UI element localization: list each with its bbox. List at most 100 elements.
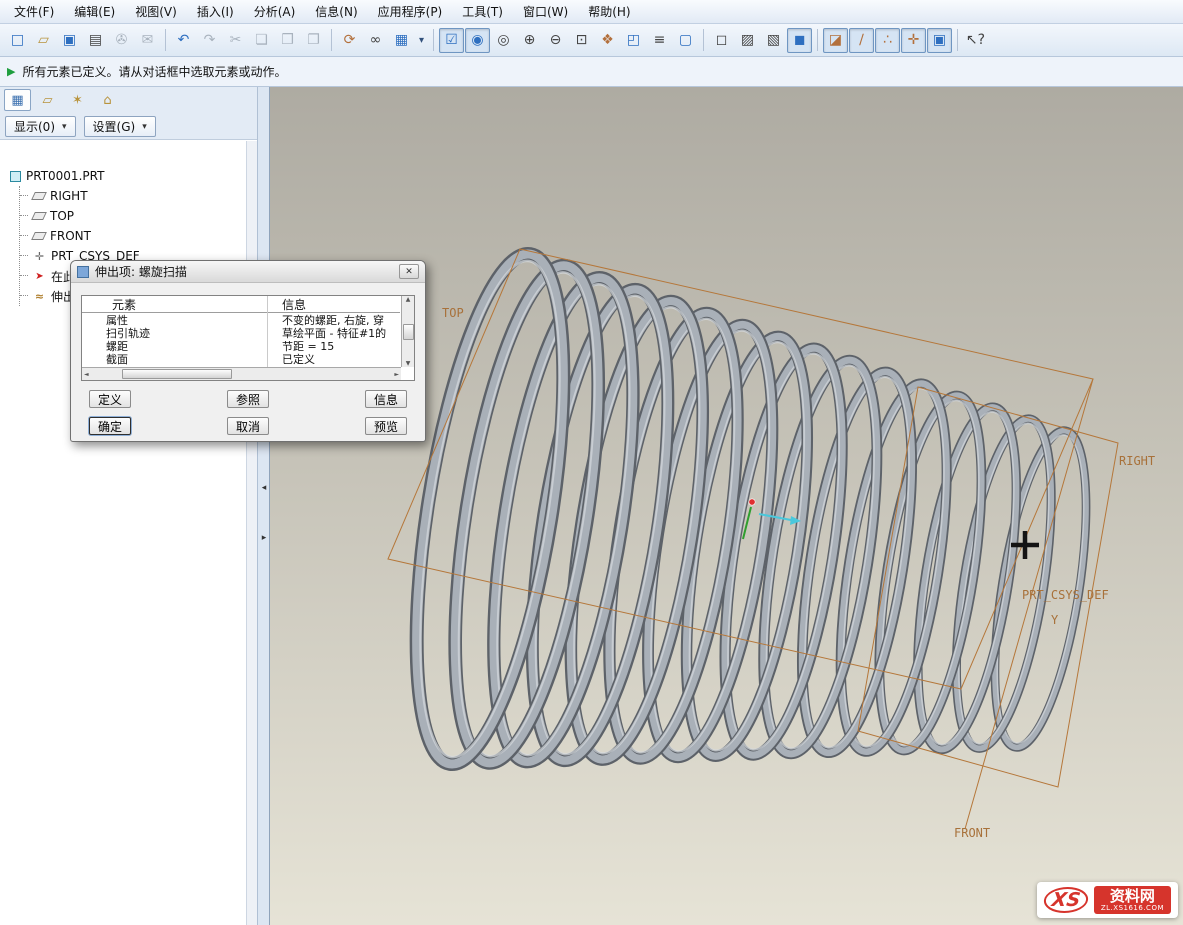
- toolbar-separator: [433, 29, 434, 51]
- menu-bar: 文件(F) 编辑(E) 视图(V) 插入(I) 分析(A) 信息(N) 应用程序…: [0, 0, 1183, 24]
- regenerate-button[interactable]: ⟳: [337, 28, 362, 53]
- preview-button[interactable]: 预览: [365, 417, 407, 435]
- close-icon[interactable]: ✕: [399, 264, 419, 279]
- view-manager-button[interactable]: ▢: [673, 28, 698, 53]
- menu-info[interactable]: 信息(N): [305, 0, 367, 23]
- cancel-button[interactable]: 取消: [227, 417, 269, 435]
- display-visibility-button[interactable]: ◎: [491, 28, 516, 53]
- table-header: 元素 信息: [82, 296, 400, 313]
- insert-here-icon: ➤: [33, 271, 46, 282]
- dialog-title: 伸出项: 螺旋扫描: [95, 263, 187, 280]
- save-button[interactable]: ▣: [57, 28, 82, 53]
- message-arrow-icon: ▶: [7, 65, 15, 78]
- history-tab[interactable]: ⌂: [94, 89, 121, 111]
- collapse-left-icon[interactable]: ◂: [259, 483, 269, 493]
- find-button[interactable]: ∞: [363, 28, 388, 53]
- filter-dropdown-arrow[interactable]: ▾: [415, 28, 428, 53]
- dialog-icon: [77, 266, 89, 278]
- hidden-line-button[interactable]: ▨: [735, 28, 760, 53]
- menu-file[interactable]: 文件(F): [4, 0, 64, 23]
- graphics-area[interactable]: TOP RIGHT FRONT PRT_CSYS_DEF Y XS 资料网 ZL…: [270, 87, 1183, 925]
- model-tree-tab[interactable]: ▦: [4, 89, 31, 111]
- cell-info: 已定义: [268, 351, 400, 367]
- print-button[interactable]: ▤: [83, 28, 108, 53]
- menu-help[interactable]: 帮助(H): [578, 0, 640, 23]
- scrollbar-thumb[interactable]: [403, 324, 414, 340]
- tree-root-label: PRT0001.PRT: [26, 169, 104, 183]
- context-help-button[interactable]: ↖?: [963, 28, 988, 53]
- saved-views-button[interactable]: ◰: [621, 28, 646, 53]
- menu-tools[interactable]: 工具(T): [452, 0, 513, 23]
- annotation-display-button[interactable]: ▣: [927, 28, 952, 53]
- spring-model[interactable]: [388, 244, 1103, 773]
- repaint-button[interactable]: ❖: [595, 28, 620, 53]
- table-row-section[interactable]: 截面 已定义: [82, 352, 400, 365]
- tree-item-top-plane[interactable]: TOP: [20, 206, 257, 226]
- dialog-button-row-2: 确定 取消 预览: [81, 417, 415, 435]
- show-dropdown-button[interactable]: 显示(0) ▾: [5, 116, 76, 137]
- scroll-left-icon[interactable]: ◄: [84, 371, 89, 378]
- datum-plane-icon: [31, 212, 47, 220]
- horizontal-scrollbar[interactable]: ◄ ►: [82, 367, 401, 380]
- toolbar-separator: [817, 29, 818, 51]
- settings-dropdown-button[interactable]: 设置(G) ▾: [84, 116, 156, 137]
- csys-y-axis-label: Y: [1051, 613, 1059, 627]
- main-area: ▦ ▱ ✶ ⌂ 显示(0) ▾ 设置(G) ▾ PRT0001.PRT: [0, 87, 1183, 925]
- model-tree: PRT0001.PRT RIGHT TOP FRONT: [0, 140, 257, 925]
- scrollbar-thumb[interactable]: [122, 369, 232, 379]
- part-icon: [10, 171, 21, 182]
- ok-button[interactable]: 确定: [89, 417, 131, 435]
- scroll-down-icon[interactable]: ▼: [406, 360, 411, 367]
- tree-root-part[interactable]: PRT0001.PRT: [10, 166, 257, 186]
- panel-splitter[interactable]: ◂ ▸: [257, 87, 270, 925]
- zoom-in-button[interactable]: ⊕: [517, 28, 542, 53]
- menu-view[interactable]: 视图(V): [125, 0, 187, 23]
- paste-special-button: ❐: [301, 28, 326, 53]
- datum-axis-display-button[interactable]: ∕: [849, 28, 874, 53]
- open-folder-button[interactable]: ▱: [31, 28, 56, 53]
- menu-insert[interactable]: 插入(I): [187, 0, 244, 23]
- menu-analysis[interactable]: 分析(A): [244, 0, 306, 23]
- folder-browser-tab[interactable]: ▱: [34, 89, 61, 111]
- no-hidden-button[interactable]: ▧: [761, 28, 786, 53]
- toolbar-separator: [703, 29, 704, 51]
- vertical-scrollbar[interactable]: ▲ ▼: [401, 296, 414, 367]
- tree-item-label: FRONT: [50, 229, 91, 243]
- scroll-right-icon[interactable]: ►: [394, 371, 399, 378]
- tree-item-front-plane[interactable]: FRONT: [20, 226, 257, 246]
- toolbar-separator: [957, 29, 958, 51]
- define-button[interactable]: 定义: [89, 390, 131, 408]
- menu-edit[interactable]: 编辑(E): [64, 0, 125, 23]
- column-header-element: 元素: [82, 296, 268, 312]
- undo-button[interactable]: ↶: [171, 28, 196, 53]
- toolbar-separator: [165, 29, 166, 51]
- menu-window[interactable]: 窗口(W): [513, 0, 578, 23]
- wireframe-button[interactable]: ◻: [709, 28, 734, 53]
- references-button[interactable]: 参照: [227, 390, 269, 408]
- tree-item-right-plane[interactable]: RIGHT: [20, 186, 257, 206]
- csys-display-button[interactable]: ✛: [901, 28, 926, 53]
- favorites-tab[interactable]: ✶: [64, 89, 91, 111]
- csys-label: PRT_CSYS_DEF: [1022, 588, 1109, 602]
- select-filter-button[interactable]: ▦: [389, 28, 414, 53]
- tree-scrollbar[interactable]: [246, 141, 257, 925]
- zoom-out-button[interactable]: ⊖: [543, 28, 568, 53]
- datum-plane-display-button[interactable]: ◪: [823, 28, 848, 53]
- new-file-button[interactable]: □: [5, 28, 30, 53]
- helical-sweep-icon: ≈: [33, 290, 46, 303]
- info-button[interactable]: 信息: [365, 390, 407, 408]
- tree-dropdown-row: 显示(0) ▾ 设置(G) ▾: [0, 114, 257, 140]
- layers-button[interactable]: ≡: [647, 28, 672, 53]
- point-display-button[interactable]: ∴: [875, 28, 900, 53]
- expand-right-icon[interactable]: ▸: [259, 533, 269, 543]
- scroll-up-icon[interactable]: ▲: [406, 296, 411, 303]
- dialog-title-bar[interactable]: 伸出项: 螺旋扫描 ✕: [71, 261, 425, 283]
- helical-sweep-dialog: 伸出项: 螺旋扫描 ✕ 元素 信息 属性 不变的螺距, 右旋, 穿 扫引轨迹 草…: [70, 260, 426, 442]
- sketcher-palette-button[interactable]: ◉: [465, 28, 490, 53]
- menu-applications[interactable]: 应用程序(P): [368, 0, 453, 23]
- send-mail-button: ✉: [135, 28, 160, 53]
- element-table: 元素 信息 属性 不变的螺距, 右旋, 穿 扫引轨迹 草绘平面 - 特征#1的 …: [81, 295, 415, 381]
- shaded-button[interactable]: ◼: [787, 28, 812, 53]
- refit-button[interactable]: ⊡: [569, 28, 594, 53]
- verify-button[interactable]: ☑: [439, 28, 464, 53]
